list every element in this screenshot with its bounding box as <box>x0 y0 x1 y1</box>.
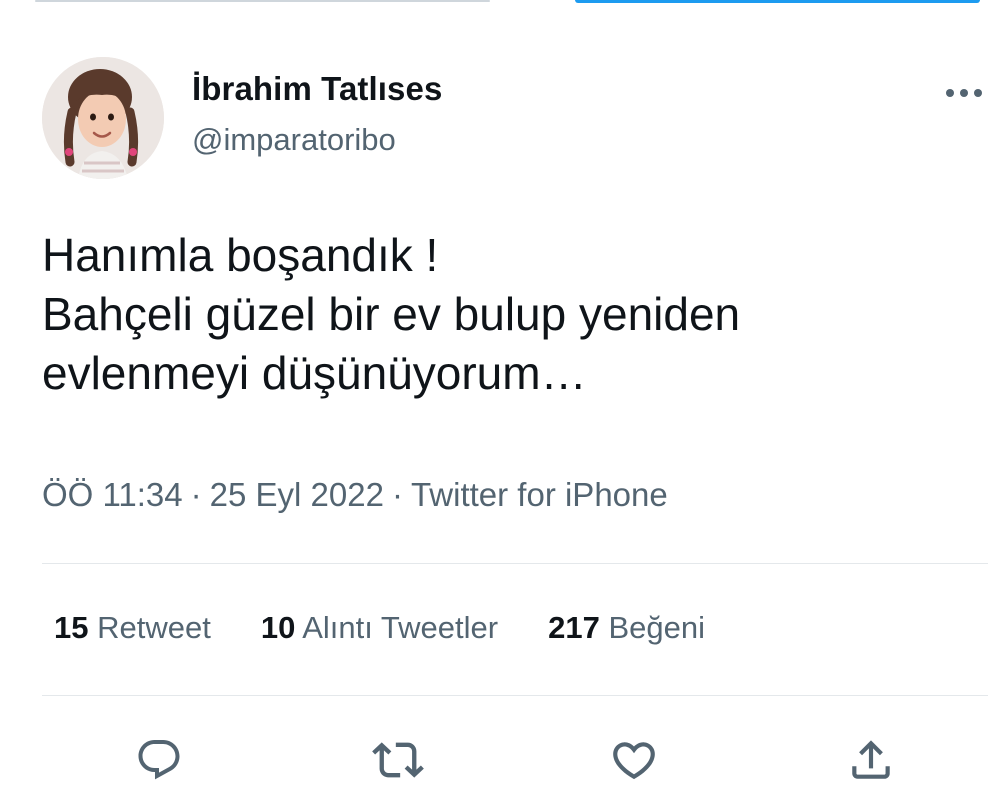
quote-count-link[interactable]: 10 Alıntı Tweetler <box>261 610 498 646</box>
tweet-text-line: evlenmeyi düşünüyorum… <box>42 347 587 399</box>
like-button[interactable] <box>608 734 660 786</box>
top-divider-remnant <box>35 0 490 2</box>
tweet-date[interactable]: 25 Eyl 2022 <box>210 476 384 513</box>
divider <box>42 695 988 696</box>
tweet-detail-view: İbrahim Tatlıses @imparatoribo Hanımla b… <box>0 0 1000 810</box>
tweet-text-line: Bahçeli güzel bir ev bulup yeniden <box>42 288 741 340</box>
avatar-image <box>42 57 164 179</box>
meta-separator: · <box>190 476 202 513</box>
like-count-link[interactable]: 217 Beğeni <box>548 610 705 646</box>
reply-button[interactable] <box>133 734 185 786</box>
tweet-text-line: Hanımla boşandık ! <box>42 229 439 281</box>
heart-icon <box>613 742 655 780</box>
retweet-icon <box>372 742 424 778</box>
meta-separator: · <box>391 476 403 513</box>
divider <box>42 563 988 564</box>
like-label: Beğeni <box>608 610 705 645</box>
author-display-name[interactable]: İbrahim Tatlıses <box>192 70 442 108</box>
tweet-source[interactable]: Twitter for iPhone <box>411 476 668 513</box>
retweet-label: Retweet <box>97 610 211 645</box>
retweet-count-link[interactable]: 15 Retweet <box>54 610 211 646</box>
tweet-text: Hanımla boşandık ! Bahçeli güzel bir ev … <box>42 226 982 403</box>
share-icon <box>852 740 890 779</box>
tweet-stats: 15 Retweet 10 Alıntı Tweetler 217 Beğeni <box>54 610 705 646</box>
tweet-metadata: ÖÖ 11:34 · 25 Eyl 2022 · Twitter for iPhone <box>42 476 668 514</box>
avatar[interactable] <box>42 57 164 179</box>
tweet-time[interactable]: ÖÖ 11:34 <box>42 476 183 513</box>
share-button[interactable] <box>845 734 897 786</box>
more-options-button[interactable] <box>940 78 988 108</box>
author-handle[interactable]: @imparatoribo <box>192 122 396 158</box>
more-horizontal-icon <box>946 89 982 97</box>
quote-count: 10 <box>260 610 296 645</box>
retweet-count: 15 <box>54 610 89 645</box>
retweet-button[interactable] <box>372 734 424 786</box>
quote-label: Alıntı Tweetler <box>302 610 499 645</box>
reply-icon <box>138 740 180 780</box>
top-button-remnant[interactable] <box>575 0 980 3</box>
like-count: 217 <box>548 610 600 645</box>
